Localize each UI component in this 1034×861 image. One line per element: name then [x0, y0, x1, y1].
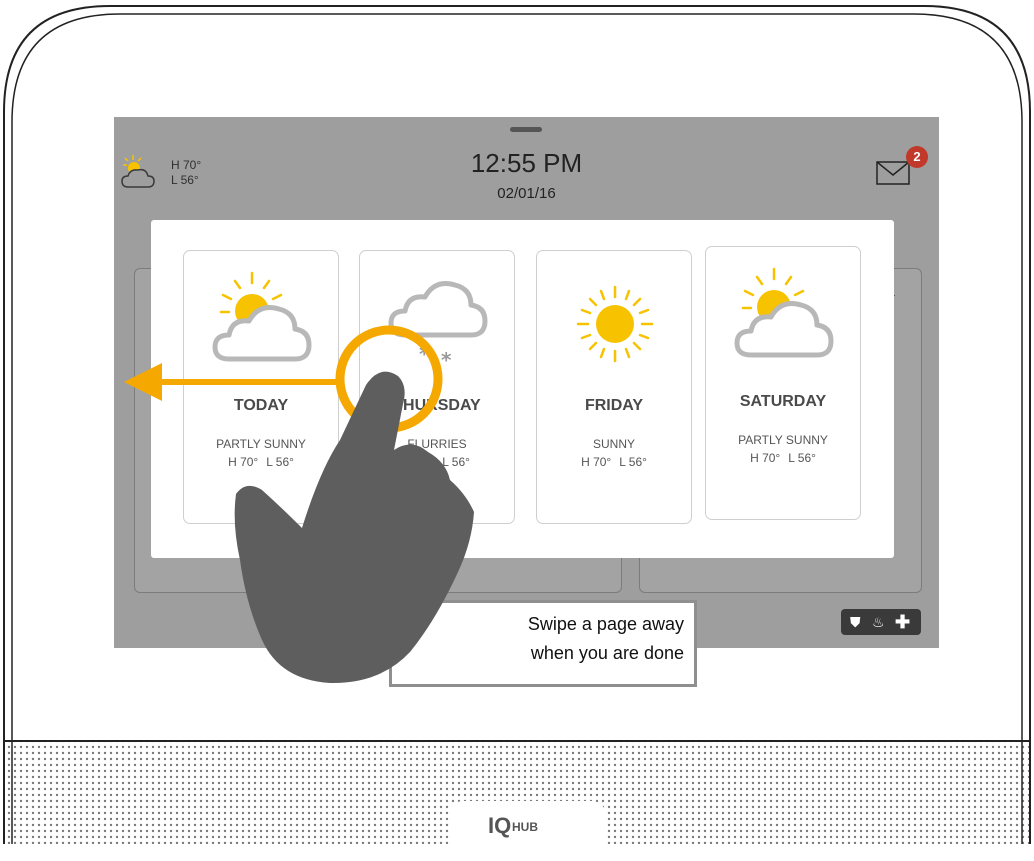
status-bar[interactable]: ⛊ ♨ ✚ [841, 609, 921, 635]
forecast-card-today[interactable]: TODAY PARTLY SUNNY H 70° L 56° [183, 250, 339, 524]
instruction-callout: Swipe a page away when you are done [389, 600, 697, 687]
forecast-temps: H 70° L 56° [706, 451, 860, 465]
callout-line-1: Swipe a page away [527, 614, 684, 634]
logo-iq-text: IQ [488, 813, 512, 838]
forecast-low: L 56° [788, 451, 816, 465]
forecast-condition: PARTLY SUNNY [738, 433, 828, 447]
clock-time: 12:55 PM [470, 148, 583, 178]
forecast-day: TODAY [233, 397, 289, 414]
forecast-temps: H 70° L 56° [184, 455, 338, 469]
forecast-condition: SUNNY [592, 437, 635, 451]
forecast-temps: H 70° L 56° [360, 455, 514, 469]
forecast-day: SATURDAY [739, 393, 827, 410]
pull-down-handle[interactable] [510, 127, 542, 132]
forecast-card-thursday[interactable]: * * THURSDAY FLURRIES H 70° L 56° [359, 250, 515, 524]
flurries-icon: * * [388, 281, 488, 372]
partly-sunny-icon [212, 271, 312, 362]
forecast-condition: PARTLY SUNNY [216, 437, 306, 451]
forecast-high: H 70° [581, 455, 612, 469]
callout-line-2: when you are done [530, 643, 684, 663]
forecast-high: H 70° [228, 455, 259, 469]
forecast-condition: FLURRIES [407, 437, 467, 451]
forecast-day: FRIDAY [584, 397, 644, 414]
iq-hub-logo: IQ HUB [449, 801, 606, 861]
weather-forecast-overlay[interactable]: TODAY PARTLY SUNNY H 70° L 56° * * THURSD… [151, 220, 894, 558]
partly-sunny-icon [734, 267, 834, 358]
forecast-card-friday[interactable]: FRIDAY SUNNY H 70° L 56° [536, 250, 692, 524]
forecast-day: THURSDAY [393, 397, 481, 414]
shield-icon[interactable]: ⛊ [850, 613, 861, 631]
forecast-high: H 70° [404, 455, 435, 469]
svg-text:*: * [441, 348, 452, 372]
svg-text:*: * [419, 342, 430, 366]
forecast-temps: H 70° L 56° [537, 455, 691, 469]
forecast-low: L 56° [442, 455, 470, 469]
forecast-high: H 70° [750, 451, 781, 465]
message-count-badge: 2 [906, 146, 928, 168]
logo-hub-text: HUB [512, 820, 538, 834]
envelope-icon[interactable] [876, 161, 910, 185]
medical-cross-icon[interactable]: ✚ [895, 613, 910, 631]
fire-icon[interactable]: ♨ [872, 613, 885, 631]
forecast-low: L 56° [619, 455, 647, 469]
forecast-card-saturday[interactable]: SATURDAY PARTLY SUNNY H 70° L 56° [705, 246, 861, 520]
clock-date: 02/01/16 [497, 185, 556, 202]
forecast-low: L 56° [266, 455, 294, 469]
sunny-icon [576, 285, 654, 363]
callout-text: Swipe a page away when you are done [528, 610, 684, 668]
